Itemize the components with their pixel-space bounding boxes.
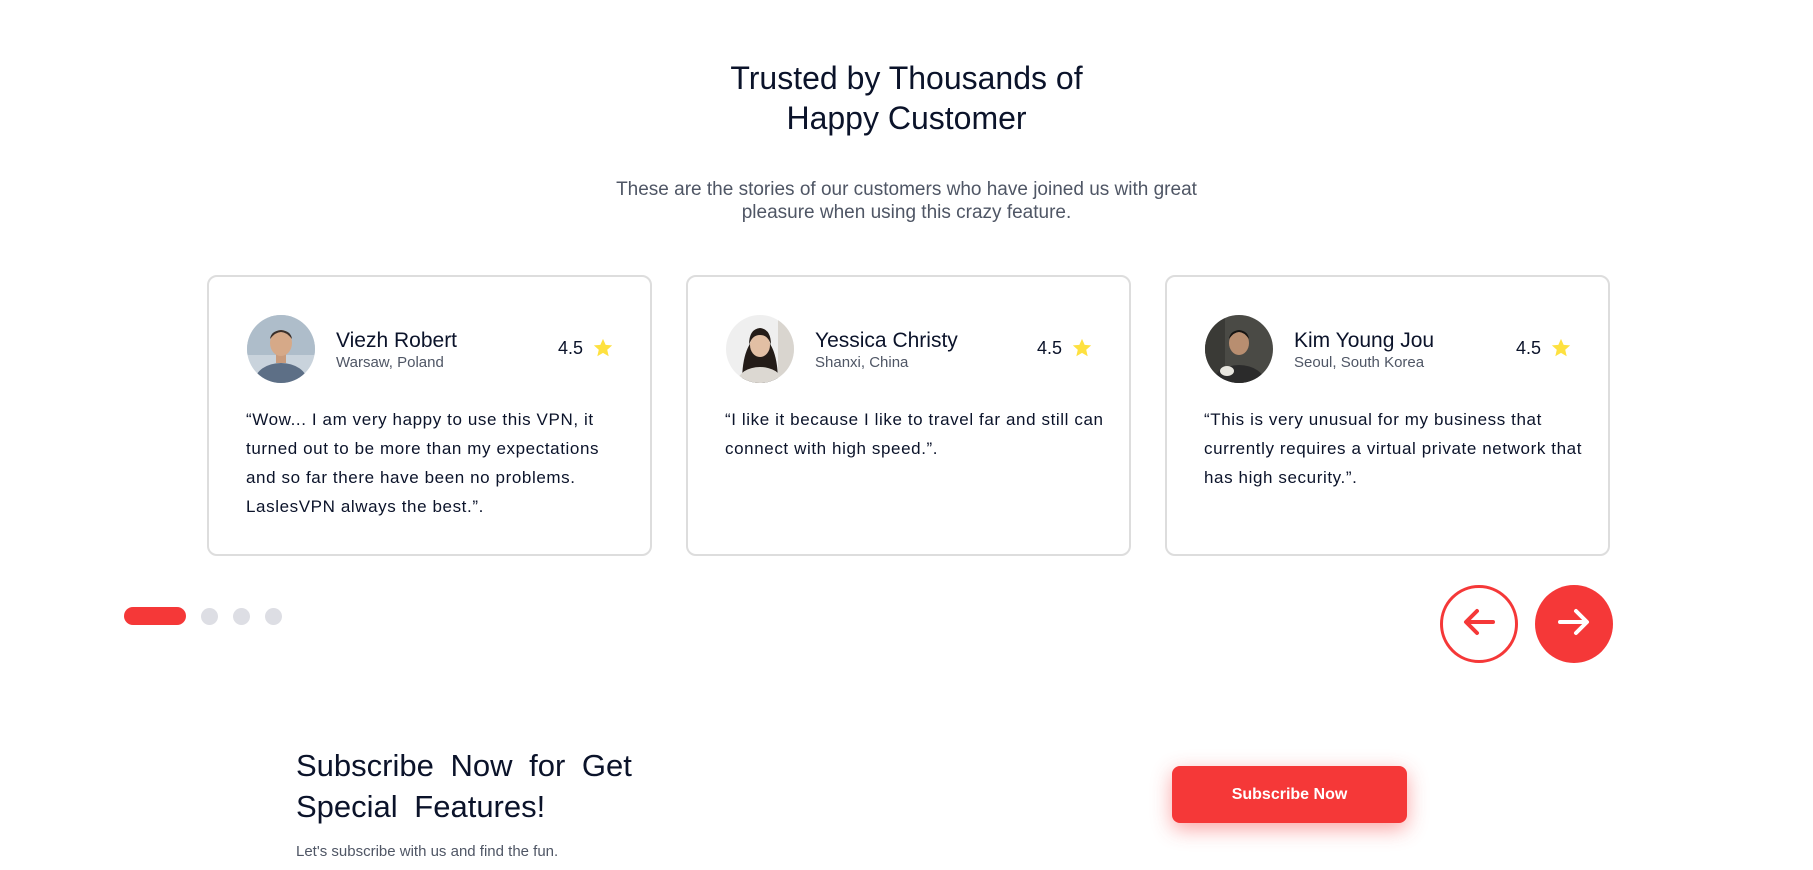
subscribe-subtitle: Let's subscribe with us and find the fun… — [296, 843, 559, 860]
pagination-dot[interactable] — [201, 607, 218, 625]
avatar — [1205, 315, 1273, 383]
testimonial-quote: “Wow... I am very happy to use this VPN,… — [246, 410, 600, 516]
section-title: Trusted by Thousands of Happy Customer — [0, 58, 1813, 138]
rating: 4.5 — [1037, 337, 1093, 359]
testimonial-card: Yessica Christy Shanxi, China 4.5 “I lik… — [686, 275, 1131, 556]
rating-value: 4.5 — [1515, 337, 1541, 358]
subscribe-now-button[interactable]: Subscribe Now — [1172, 766, 1407, 823]
section-title-line-1: Trusted by Thousands of — [730, 60, 1083, 96]
avatar — [247, 315, 315, 383]
pagination-dot[interactable] — [265, 607, 282, 625]
section-subtitle: These are the stories of our customers w… — [0, 178, 1813, 224]
reviewer-name: Viezh Robert — [336, 329, 458, 352]
star-icon — [592, 337, 614, 359]
testimonial-carousel: Viezh Robert Warsaw, Poland 4.5 “Wow... … — [207, 275, 1610, 556]
reviewer-name: Kim Young Jou — [1294, 329, 1435, 352]
subscribe-title-line-1: Subscribe Now for Get — [296, 748, 632, 783]
rating: 4.5 — [1516, 337, 1572, 359]
reviewer-name: Yessica Christy — [815, 329, 958, 352]
carousel-pagination — [124, 607, 282, 625]
section-subtitle-line-1: These are the stories of our customers w… — [616, 179, 1197, 200]
rating-value: 4.5 — [1036, 337, 1062, 358]
arrow-left-icon — [1462, 607, 1496, 642]
pagination-dot-active[interactable] — [124, 607, 186, 625]
reviewer-location: Seoul, South Korea — [1294, 354, 1425, 371]
star-icon — [1550, 337, 1572, 359]
section-subtitle-line-2: pleasure when using this crazy feature. — [741, 202, 1072, 223]
pagination-dot[interactable] — [233, 607, 250, 625]
reviewer-location: Warsaw, Poland — [336, 354, 444, 371]
reviewer-location: Shanxi, China — [815, 354, 909, 371]
carousel-prev-button[interactable] — [1440, 585, 1518, 663]
star-icon — [1071, 337, 1093, 359]
testimonials-page: Trusted by Thousands of Happy Customer T… — [0, 0, 1813, 870]
testimonial-card: Viezh Robert Warsaw, Poland 4.5 “Wow... … — [207, 275, 652, 556]
testimonial-card: Kim Young Jou Seoul, South Korea 4.5 “Th… — [1165, 275, 1610, 556]
testimonial-quote: “This is very unusual for my business th… — [1204, 410, 1583, 487]
testimonial-quote: “I like it because I like to travel far … — [725, 410, 1104, 458]
subscribe-title: Subscribe Now for Get Special Features! — [296, 745, 716, 827]
avatar — [726, 315, 794, 383]
arrow-right-icon — [1557, 607, 1591, 642]
rating: 4.5 — [558, 337, 614, 359]
rating-value: 4.5 — [557, 337, 583, 358]
section-title-line-2: Happy Customer — [786, 100, 1027, 136]
carousel-next-button[interactable] — [1535, 585, 1613, 663]
subscribe-title-line-2: Special Features! — [296, 789, 546, 824]
